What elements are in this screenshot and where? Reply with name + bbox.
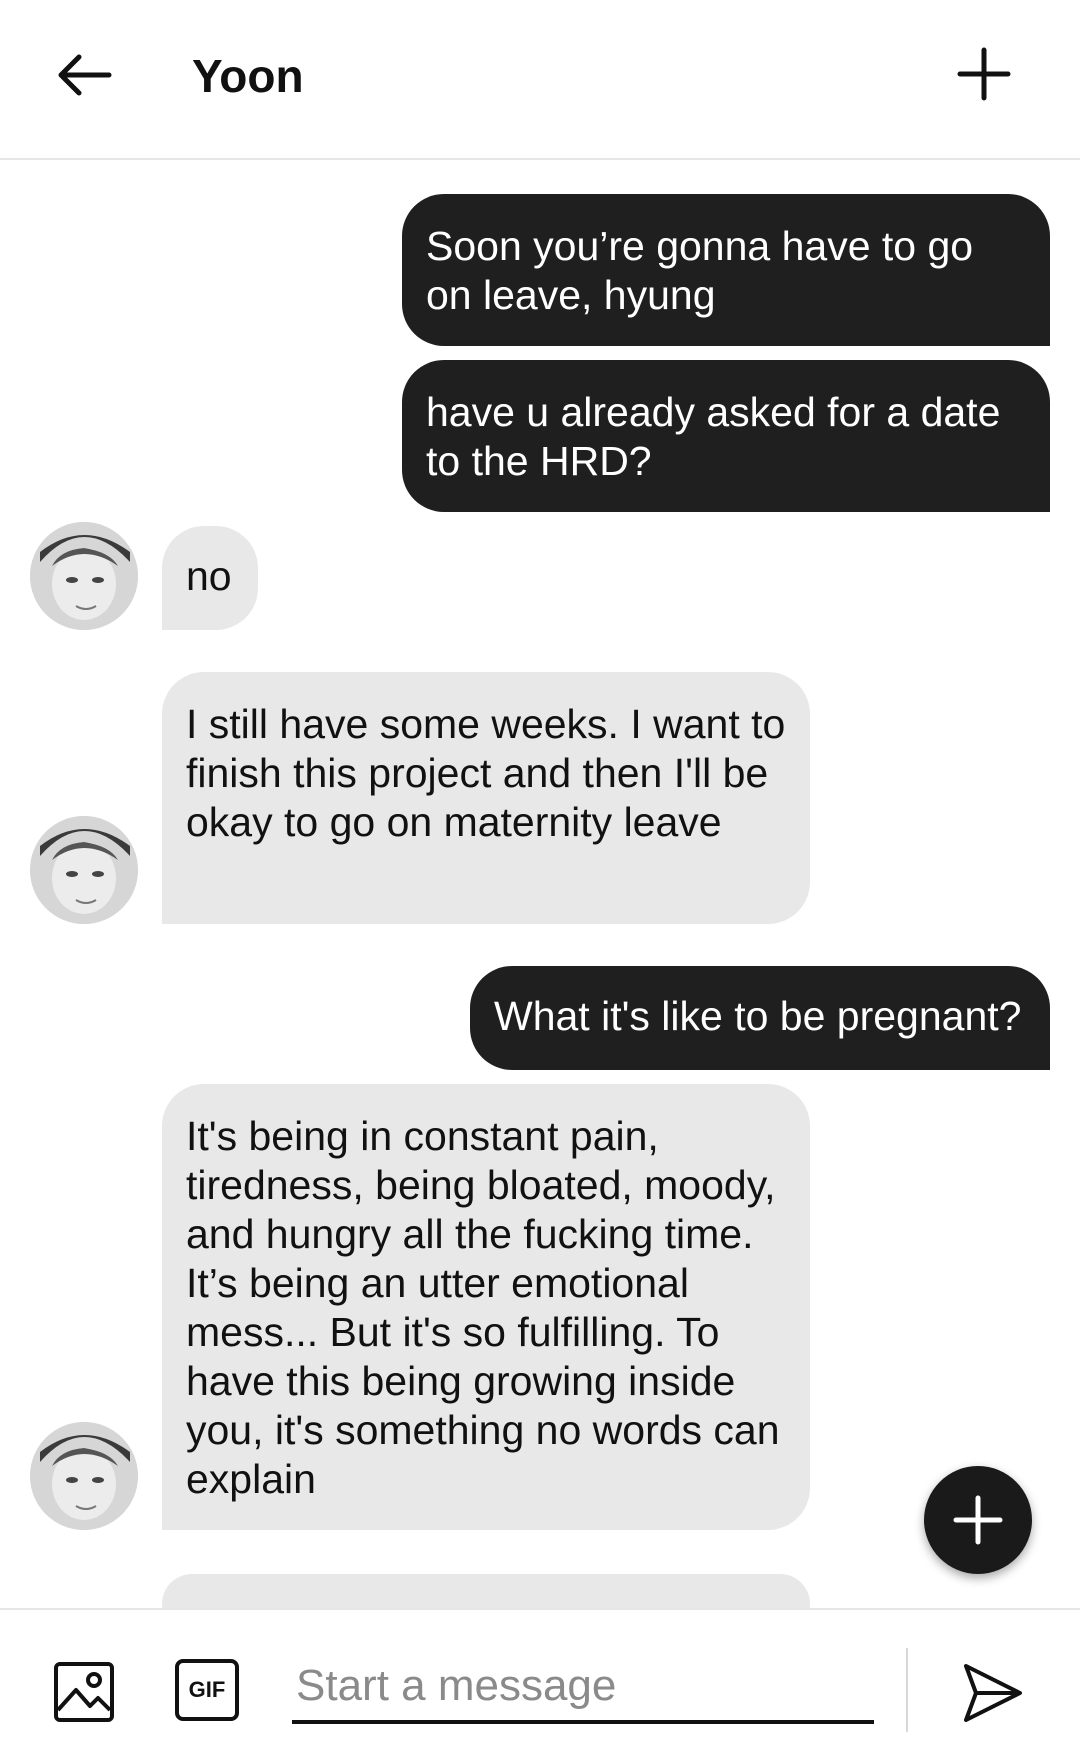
avatar[interactable] xyxy=(30,1422,138,1530)
arrow-left-icon xyxy=(58,54,112,96)
compose-fab-button[interactable] xyxy=(924,1466,1032,1574)
message-bubble-outgoing[interactable]: Soon you’re gonna have to go on leave, h… xyxy=(402,194,1050,346)
conversation-title: Yoon xyxy=(192,50,304,102)
message-composer: GIF xyxy=(0,1608,1080,1754)
send-button[interactable] xyxy=(960,1660,1026,1726)
message-bubble-outgoing[interactable]: have u already asked for a date to the H… xyxy=(402,360,1050,512)
message-input[interactable] xyxy=(292,1652,874,1724)
message-bubble-incoming[interactable]: no xyxy=(162,526,258,630)
composer-divider xyxy=(906,1648,908,1732)
message-bubble-outgoing[interactable]: What it's like to be pregnant? xyxy=(470,966,1050,1070)
chat-header: Yoon xyxy=(0,0,1080,160)
send-icon xyxy=(964,1664,1022,1722)
gif-label: GIF xyxy=(188,1677,226,1702)
message-bubble-incoming[interactable]: It's being in constant pain, tiredness, … xyxy=(162,1084,810,1530)
plus-icon xyxy=(953,1495,1003,1545)
add-image-button[interactable] xyxy=(52,1660,116,1724)
avatar[interactable] xyxy=(30,816,138,924)
message-bubble-incoming[interactable]: I still have some weeks. I want to finis… xyxy=(162,672,810,924)
image-icon xyxy=(54,1662,114,1722)
gif-button[interactable]: GIF xyxy=(174,1658,240,1722)
plus-icon xyxy=(957,47,1011,101)
add-button[interactable] xyxy=(948,38,1020,110)
back-button[interactable] xyxy=(50,40,120,110)
avatar[interactable] xyxy=(30,522,138,630)
